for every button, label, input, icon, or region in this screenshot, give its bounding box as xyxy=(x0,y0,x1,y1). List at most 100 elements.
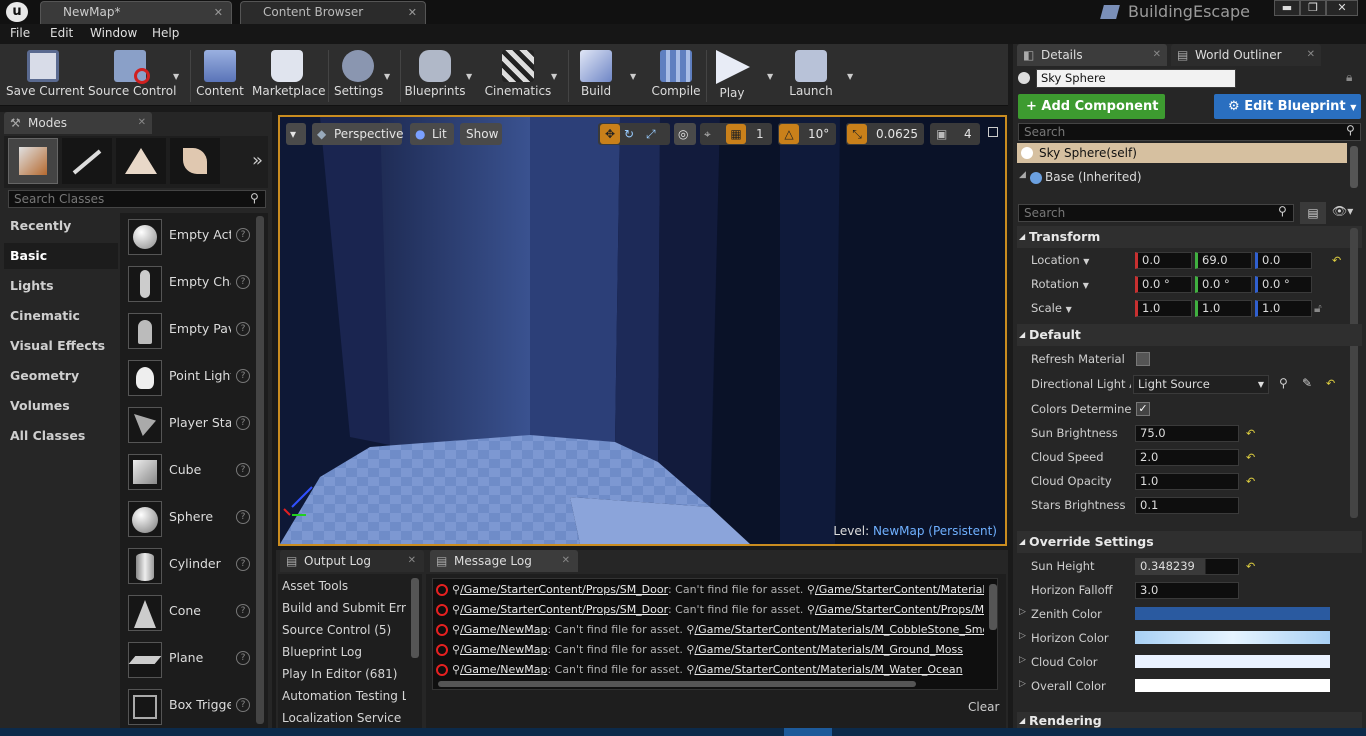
help-icon[interactable]: ? xyxy=(236,275,250,289)
category-scrollbar[interactable] xyxy=(411,578,419,658)
category-geometry[interactable]: Geometry xyxy=(4,363,118,389)
colors-determined-checkbox[interactable]: ✓ xyxy=(1136,402,1150,416)
angle-snap-icon[interactable]: △ xyxy=(779,124,799,144)
log-category-item[interactable]: Localization Service (1 xyxy=(282,707,406,729)
grid-size-value[interactable]: 1 xyxy=(756,123,764,145)
eyedropper-icon[interactable]: ✎ xyxy=(1302,376,1312,390)
browse-search-icon[interactable]: ⚲ xyxy=(1279,376,1288,390)
world-local-button[interactable]: ◎ xyxy=(674,123,696,145)
reset-to-default-icon[interactable]: ↶ xyxy=(1246,475,1255,488)
perspective-button[interactable]: ◆ Perspective xyxy=(312,123,404,145)
source-control-dropdown-icon[interactable]: ▼ xyxy=(173,72,179,81)
rotation-label[interactable]: Rotation ▼ xyxy=(1031,277,1089,291)
unlock-icon[interactable]: 🔓︎ xyxy=(1314,301,1322,316)
stars-brightness-field[interactable]: 0.1 xyxy=(1135,497,1239,514)
category-lights[interactable]: Lights xyxy=(4,273,118,299)
asset-link[interactable]: /Game/StarterContent/Materials/M_Ground_… xyxy=(694,643,963,656)
location-y-field[interactable]: 69.0 xyxy=(1195,252,1252,269)
asset-link[interactable]: /Game/StarterContent/Materials/M_Water_O… xyxy=(694,663,962,676)
close-icon[interactable]: ✕ xyxy=(138,112,146,134)
play-button[interactable]: Play xyxy=(710,48,754,104)
tab-details[interactable]: ◧ Details ✕ xyxy=(1017,44,1167,66)
search-icon[interactable]: ⚲ xyxy=(452,663,460,676)
viewport-options-button[interactable]: ▾ xyxy=(286,123,306,145)
expand-arrow-icon[interactable]: ◢ xyxy=(1019,170,1026,180)
zenith-color-swatch[interactable] xyxy=(1135,607,1330,620)
default-section-header[interactable]: ◢ Default xyxy=(1017,324,1362,346)
lock-icon[interactable]: 🔒︎ xyxy=(1346,70,1352,85)
menu-window[interactable]: Window xyxy=(90,26,137,40)
feedback-icon[interactable] xyxy=(1100,5,1120,19)
show-button[interactable]: Show xyxy=(460,123,502,145)
category-visual-effects[interactable]: Visual Effects xyxy=(4,333,118,359)
category-volumes[interactable]: Volumes xyxy=(4,393,118,419)
scale-snap-value[interactable]: 0.0625 xyxy=(876,123,918,145)
details-scrollbar[interactable] xyxy=(1350,228,1358,518)
camera-speed-value[interactable]: 4 xyxy=(964,123,972,145)
expand-arrow-icon[interactable]: ▷ xyxy=(1019,679,1026,689)
search-icon[interactable]: ⚲ xyxy=(807,583,815,596)
maximize-viewport-icon[interactable] xyxy=(988,127,998,137)
asset-link[interactable]: /Game/StarterContent/Materials/M_CobbleS… xyxy=(694,623,984,636)
list-item[interactable]: Sphere? xyxy=(124,497,256,541)
horizon-color-swatch[interactable] xyxy=(1135,631,1330,644)
location-label[interactable]: Location ▼ xyxy=(1031,253,1089,267)
help-icon[interactable]: ? xyxy=(236,463,250,477)
rendering-section-header[interactable]: ◢ Rendering xyxy=(1017,712,1362,728)
minimize-button[interactable]: ▬ xyxy=(1274,0,1300,16)
help-icon[interactable]: ? xyxy=(236,369,250,383)
list-item[interactable]: Cube? xyxy=(124,450,256,494)
edit-blueprint-button[interactable]: ⚙ Edit Blueprint ▼ xyxy=(1214,94,1361,119)
category-recently-placed[interactable]: Recently Placed xyxy=(4,213,118,259)
list-item[interactable]: Cone? xyxy=(124,591,256,635)
place-mode-button[interactable] xyxy=(8,138,58,184)
close-icon[interactable]: ✕ xyxy=(1307,44,1315,66)
foliage-mode-button[interactable] xyxy=(170,138,220,184)
eye-icon[interactable]: 👁︎▾ xyxy=(1332,204,1353,218)
tab-output-log[interactable]: ▤ Output Log ✕ xyxy=(280,550,424,572)
asset-link[interactable]: /Game/StarterContent/Props/Ma xyxy=(815,603,984,616)
rotation-z-field[interactable]: 0.0 ° xyxy=(1255,276,1312,293)
menu-edit[interactable]: Edit xyxy=(50,26,73,40)
level-viewport[interactable]: ▾ ◆ Perspective ● Lit Show ✥ ↻ ⤢ ◎ ⌖ ▦ 1 △… xyxy=(278,115,1007,546)
tab-world-outliner[interactable]: ▤ World Outliner ✕ xyxy=(1171,44,1321,66)
log-category-item[interactable]: Play In Editor (681) xyxy=(282,663,406,685)
search-icon[interactable]: ⚲ xyxy=(807,603,815,616)
rotation-y-field[interactable]: 0.0 ° xyxy=(1195,276,1252,293)
expand-arrow-icon[interactable]: ▷ xyxy=(1019,631,1026,641)
scale-label[interactable]: Scale ▼ xyxy=(1031,301,1072,315)
list-item[interactable]: Empty Cha? xyxy=(124,262,256,306)
cinematics-dropdown-icon[interactable]: ▼ xyxy=(551,72,557,81)
log-category-item[interactable]: Blueprint Log xyxy=(282,641,406,663)
transform-section-header[interactable]: ◢ Transform xyxy=(1017,226,1362,248)
surface-snap-icon[interactable]: ⌖ xyxy=(704,123,711,145)
list-item[interactable]: Player Sta? xyxy=(124,403,256,447)
build-dropdown-icon[interactable]: ▼ xyxy=(630,72,636,81)
help-icon[interactable]: ? xyxy=(236,416,250,430)
settings-dropdown-icon[interactable]: ▼ xyxy=(384,72,390,81)
location-x-field[interactable]: 0.0 xyxy=(1135,252,1192,269)
log-category-item[interactable]: Automation Testing Lo xyxy=(282,685,406,707)
help-icon[interactable]: ? xyxy=(236,604,250,618)
expand-arrow-icon[interactable]: ▷ xyxy=(1019,655,1026,665)
unreal-logo-icon[interactable]: u xyxy=(6,2,28,22)
search-icon[interactable]: ⚲ xyxy=(452,623,460,636)
list-item[interactable]: Empty Act? xyxy=(124,215,256,259)
move-tool-icon[interactable]: ✥ xyxy=(600,124,620,144)
paint-mode-button[interactable] xyxy=(62,138,112,184)
list-item[interactable]: Plane? xyxy=(124,638,256,682)
menu-file[interactable]: File xyxy=(10,26,30,40)
reset-to-default-icon[interactable]: ↶ xyxy=(1326,377,1335,390)
close-icon[interactable]: ✕ xyxy=(1153,44,1161,66)
camera-speed-icon[interactable]: ▣ xyxy=(936,123,947,145)
component-tree-scrollbar[interactable] xyxy=(1350,146,1358,188)
class-list-scrollbar[interactable] xyxy=(256,216,264,724)
component-search-input[interactable]: Search xyxy=(1018,123,1361,141)
asset-link[interactable]: /Game/NewMap xyxy=(460,643,547,656)
asset-link[interactable]: /Game/NewMap xyxy=(460,623,547,636)
overall-color-swatch[interactable] xyxy=(1135,679,1330,692)
asset-link[interactable]: /Game/StarterContent/Materials xyxy=(815,583,984,596)
more-modes-icon[interactable]: » xyxy=(252,150,263,171)
list-item[interactable]: Cylinder? xyxy=(124,544,256,588)
reset-to-default-icon[interactable]: ↶ xyxy=(1246,560,1255,573)
